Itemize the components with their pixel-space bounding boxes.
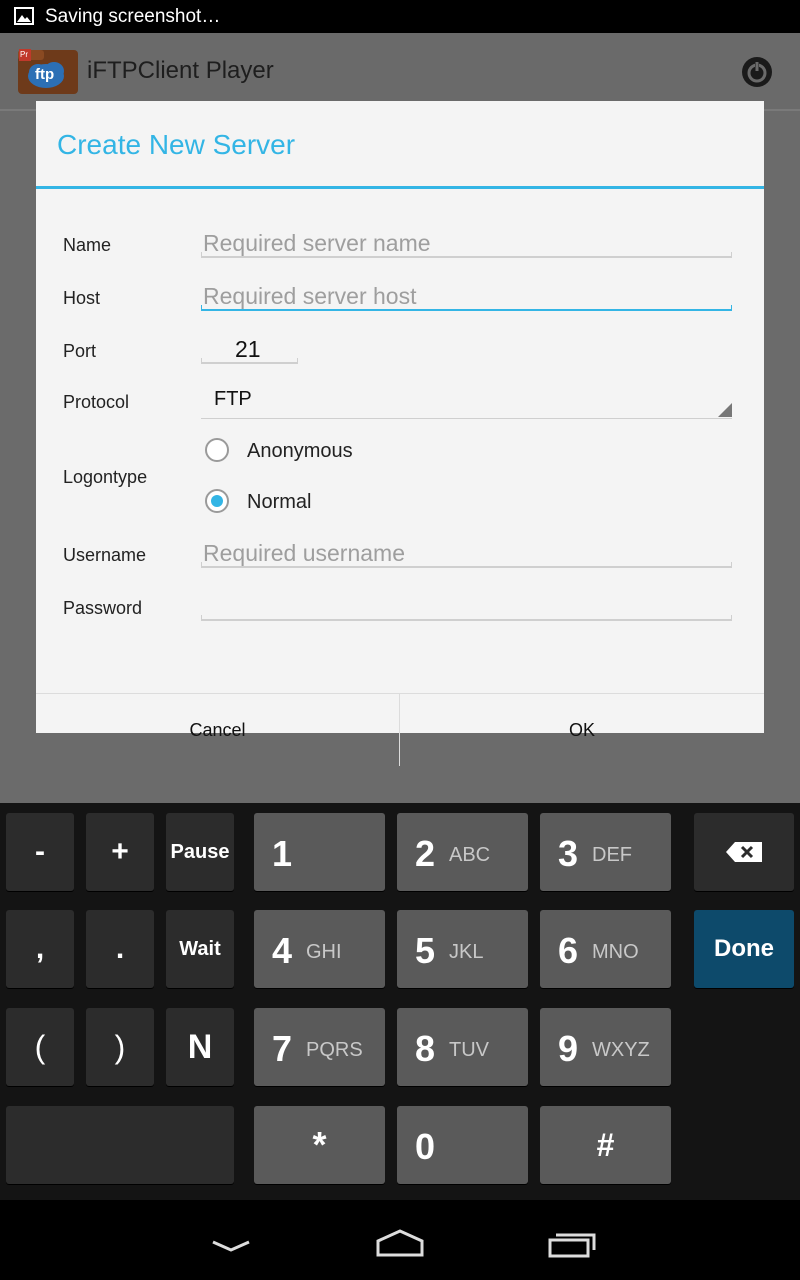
password-label: Password: [63, 598, 143, 618]
key-2[interactable]: 2 ABC: [397, 813, 528, 891]
status-text: Saving screenshot…: [45, 6, 221, 27]
name-input[interactable]: Required server name: [201, 230, 732, 258]
key-0[interactable]: 0: [397, 1106, 528, 1184]
name-label: Name: [63, 235, 112, 255]
normal-radio-label[interactable]: Normal: [247, 491, 311, 514]
password-input[interactable]: [201, 593, 732, 621]
username-placeholder: Required username: [203, 540, 406, 566]
cancel-button[interactable]: Cancel: [36, 694, 399, 766]
action-bar: Pr ftp iFTPClient Player: [0, 33, 800, 111]
host-placeholder: Required server host: [203, 283, 417, 309]
back-icon[interactable]: [210, 1238, 252, 1254]
anonymous-radio-label[interactable]: Anonymous: [247, 440, 353, 463]
normal-radio[interactable]: [205, 489, 229, 513]
key-star[interactable]: *: [254, 1106, 385, 1184]
key-pause[interactable]: Pause: [166, 813, 234, 891]
port-label: Port: [63, 341, 97, 361]
name-placeholder: Required server name: [203, 230, 431, 256]
key-plus[interactable]: +: [86, 813, 154, 891]
home-icon[interactable]: [375, 1228, 425, 1258]
dialog-title: Create New Server: [57, 129, 296, 160]
host-label: Host: [63, 288, 101, 308]
image-icon: [14, 7, 34, 25]
key-5[interactable]: 5 JKL: [397, 910, 528, 988]
host-input[interactable]: Required server host: [201, 283, 732, 311]
backspace-icon: [694, 813, 794, 891]
port-input[interactable]: 21: [201, 336, 298, 364]
dropdown-arrow-icon: [718, 403, 732, 417]
key-hash[interactable]: #: [540, 1106, 671, 1184]
anonymous-radio[interactable]: [205, 438, 229, 462]
key-n[interactable]: N: [166, 1008, 234, 1086]
app-title: iFTPClient Player: [87, 57, 274, 84]
app-logo-icon[interactable]: Pr ftp: [16, 46, 80, 96]
key-6[interactable]: 6 MNO: [540, 910, 671, 988]
status-bar: Saving screenshot…: [0, 0, 800, 33]
key-wait[interactable]: Wait: [166, 910, 234, 988]
key-7[interactable]: 7 PQRS: [254, 1008, 385, 1086]
done-key[interactable]: Done: [694, 910, 794, 988]
numeric-keyboard: - + Pause 1 2 ABC 3 DEF , . Wait 4 GHI 5 JKL…: [0, 803, 800, 1200]
ok-button[interactable]: OK: [400, 694, 764, 766]
navigation-bar: [0, 1200, 800, 1280]
title-divider: [36, 186, 764, 189]
key-period[interactable]: .: [86, 910, 154, 988]
key-comma[interactable]: ,: [6, 910, 74, 988]
power-icon[interactable]: [740, 55, 774, 89]
port-value: 21: [235, 336, 261, 362]
key-3[interactable]: 3 DEF: [540, 813, 671, 891]
app-area: Pr ftp iFTPClient Player Create New Serv…: [0, 33, 800, 803]
recents-icon[interactable]: [548, 1230, 596, 1258]
key-space[interactable]: [6, 1106, 234, 1184]
logontype-label: Logontype: [63, 467, 148, 487]
username-input[interactable]: Required username: [201, 540, 732, 568]
logo-badge: Pr: [20, 50, 28, 59]
key-1[interactable]: 1: [254, 813, 385, 891]
protocol-label: Protocol: [63, 392, 130, 412]
create-server-dialog: Create New Server Name Required server n…: [36, 101, 764, 766]
protocol-spinner[interactable]: FTP: [201, 387, 732, 419]
key-open-paren[interactable]: (: [6, 1008, 74, 1086]
key-close-paren[interactable]: ): [86, 1008, 154, 1086]
key-minus[interactable]: -: [6, 813, 74, 891]
key-9[interactable]: 9 WXYZ: [540, 1008, 671, 1086]
key-backspace[interactable]: [694, 813, 794, 891]
username-label: Username: [63, 545, 147, 565]
logo-text: ftp: [35, 66, 55, 83]
key-4[interactable]: 4 GHI: [254, 910, 385, 988]
protocol-value: FTP: [214, 388, 252, 410]
key-8[interactable]: 8 TUV: [397, 1008, 528, 1086]
